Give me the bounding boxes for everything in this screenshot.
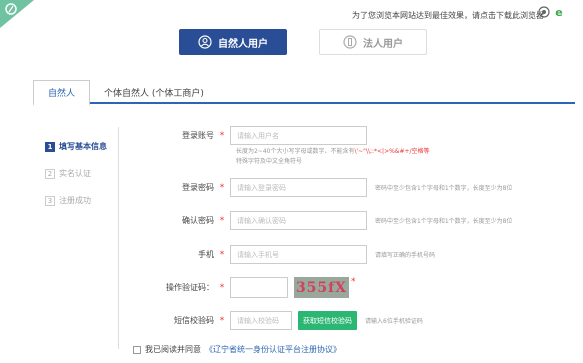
- step-divider: [118, 127, 119, 349]
- phone-input[interactable]: 请输入手机号: [230, 245, 367, 264]
- confirm-password-row: 确认密码 * 请输入确认密码 密码中至少包含1个字母和1个数字，长度至少为8位: [120, 211, 512, 230]
- tab-natural-person[interactable]: 自然人用户: [179, 29, 287, 55]
- confirm-password-label: 确认密码: [182, 216, 214, 225]
- phone-row: 手机 * 请输入手机号 请填写正确的手机号码: [120, 245, 435, 264]
- sms-code-input[interactable]: 请输入校验码: [230, 311, 292, 330]
- password-input[interactable]: 请输入登录密码: [230, 178, 367, 197]
- password-label: 登录密码: [182, 183, 214, 192]
- sms-label: 短信校验码: [174, 316, 214, 325]
- step-label: 填写基本信息: [59, 142, 107, 151]
- svg-text:e: e: [555, 6, 562, 18]
- required-mark: *: [219, 182, 225, 193]
- password-row: 登录密码 * 请输入登录密码 密码中至少包含1个字母和1个数字，长度至少为8位: [120, 178, 512, 197]
- account-hint-forbidden: \'~"\\;:*<|>%&#+/空格等: [354, 148, 430, 155]
- legal-person-icon: [343, 35, 357, 49]
- step-fill-info: 1 填写基本信息: [45, 133, 107, 160]
- agreement-row: 我已阅读并同意 《辽宁省统一身份认证平台注册协议》: [133, 344, 341, 355]
- agreement-checkbox[interactable]: [133, 345, 141, 354]
- required-mark: *: [219, 249, 225, 260]
- step-number: 3: [45, 195, 55, 206]
- subtabs: 自然人 个体自然人 (个体工商户): [33, 80, 575, 106]
- step-label: 注册成功: [59, 196, 91, 205]
- sms-hint: 请输入6位手机验证码: [365, 318, 423, 325]
- subtab-individual-business[interactable]: 个体自然人 (个体工商户): [90, 80, 218, 104]
- tab-legal-person[interactable]: 法人用户: [319, 29, 427, 55]
- captcha-row: 操作验证码： * 355fX *: [120, 277, 356, 298]
- captcha-input[interactable]: [230, 277, 288, 298]
- captcha-image-text: 355fX: [295, 279, 348, 296]
- required-mark: *: [219, 215, 225, 226]
- step-list: 1 填写基本信息 2 实名认证 3 注册成功: [45, 133, 107, 214]
- step-number: 1: [45, 141, 55, 152]
- account-input[interactable]: 请输入用户名: [230, 126, 367, 145]
- account-row: 登录账号 * 请输入用户名: [120, 126, 367, 145]
- account-hint-text: 长度为2~40个大小写字母或数字、不能含有: [236, 148, 355, 155]
- password-hint: 密码中至少包含1个字母和1个数字，长度至少为8位: [375, 185, 513, 192]
- step-success: 3 注册成功: [45, 187, 107, 214]
- required-mark: *: [219, 315, 225, 326]
- step-verify: 2 实名认证: [45, 160, 107, 187]
- sms-row: 短信校验码 * 请输入校验码 获取短信校验码 请输入6位手机验证码: [120, 311, 423, 330]
- user-type-tabs: 自然人用户 法人用户: [179, 29, 427, 55]
- corner-logo-icon: [0, 0, 34, 28]
- agreement-text: 我已阅读并同意: [145, 345, 201, 354]
- phone-label: 手机: [198, 250, 214, 259]
- confirm-password-hint: 密码中至少包含1个字母和1个数字，长度至少为8位: [375, 218, 513, 225]
- chrome-browser-icon[interactable]: [538, 6, 550, 18]
- captcha-label: 操作验证码：: [166, 283, 214, 292]
- get-sms-code-button[interactable]: 获取短信校验码: [298, 311, 357, 330]
- browser-icons[interactable]: e: [538, 6, 565, 18]
- required-mark: *: [351, 277, 356, 287]
- account-hint: 长度为2~40个大小写字母或数字、不能含有\'~"\\;:*<|>%&#+/空格…: [236, 147, 430, 167]
- ie-browser-icon[interactable]: e: [553, 6, 565, 18]
- tab-legal-person-label: 法人用户: [363, 38, 403, 50]
- confirm-password-input[interactable]: 请输入确认密码: [230, 211, 367, 230]
- required-mark: *: [219, 130, 225, 141]
- person-icon: [198, 35, 212, 49]
- account-hint-line2: 特殊字符及中文全角符号: [236, 158, 303, 165]
- tab-natural-person-label: 自然人用户: [218, 38, 268, 50]
- step-number: 2: [45, 168, 55, 179]
- required-mark: *: [219, 282, 225, 293]
- agreement-link[interactable]: 《辽宁省统一身份认证平台注册协议》: [205, 344, 341, 355]
- captcha-image[interactable]: 355fX: [294, 277, 349, 298]
- account-label: 登录账号: [182, 131, 214, 140]
- subtab-natural-person[interactable]: 自然人: [33, 80, 91, 106]
- phone-hint: 请填写正确的手机号码: [375, 252, 436, 259]
- browser-notice: 为了您浏览本网站达到最佳效果，请点击下载此浏览器: [352, 11, 544, 20]
- step-label: 实名认证: [59, 169, 91, 178]
